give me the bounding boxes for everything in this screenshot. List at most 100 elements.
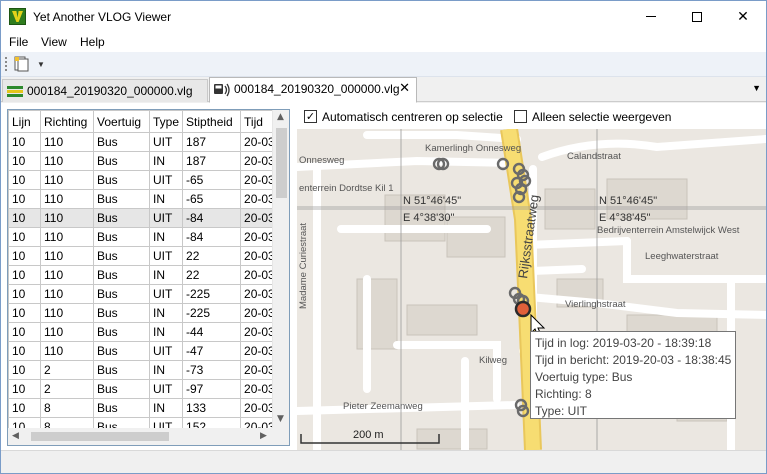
table-row[interactable]: 10 110 Bus IN -225 20-03 xyxy=(8,303,279,323)
table-cell: UIT xyxy=(148,246,184,266)
table-cell: Bus xyxy=(93,360,150,380)
maximize-button[interactable] xyxy=(674,1,720,32)
toolbar-dropdown-icon[interactable]: ▼ xyxy=(37,60,45,69)
tab-map-view[interactable]: 000184_20190320_000000.vlg ✕ xyxy=(209,77,417,103)
table-cell: 110 xyxy=(40,208,94,228)
toolbar-grip[interactable] xyxy=(5,57,7,71)
tab-label: 000184_20190320_000000.vlg xyxy=(234,82,400,96)
table-cell: UIT xyxy=(148,379,184,399)
table-cell: -225 xyxy=(182,303,242,323)
table-vertical-scrollbar[interactable]: ▲ ▼ xyxy=(272,110,289,429)
coord-lat-label: N 51°46'45" xyxy=(599,195,657,207)
table-row[interactable]: 10 8 Bus IN 133 20-03 xyxy=(8,398,279,418)
table-cell: IN xyxy=(148,227,184,247)
table-cell: 10 xyxy=(8,341,41,361)
table-row[interactable]: 10 2 Bus UIT -97 20-03 xyxy=(8,379,279,399)
table-row[interactable]: 10 110 Bus UIT 187 20-03 xyxy=(8,132,279,152)
menu-help[interactable]: Help xyxy=(80,35,105,49)
document-tabstrip: 000184_20190320_000000.vlg 000184_201903… xyxy=(1,77,766,103)
tab-label: 000184_20190320_000000.vlg xyxy=(27,84,193,98)
table-row[interactable]: 10 110 Bus IN 22 20-03 xyxy=(8,265,279,285)
table-cell: 10 xyxy=(8,265,41,285)
vlog-table[interactable]: Lijn Richting Voertuig Type Stiptheid Tijd 10… xyxy=(7,109,290,446)
table-row[interactable]: 10 110 Bus UIT -47 20-03 xyxy=(8,341,279,361)
table-cell: IN xyxy=(148,303,184,323)
open-file-icon[interactable] xyxy=(14,56,30,72)
table-cell: 8 xyxy=(40,398,94,418)
coord-lon-label: E 4°38'45" xyxy=(599,212,650,224)
scroll-right-icon[interactable]: ▶ xyxy=(260,431,267,441)
table-cell: -65 xyxy=(182,170,242,190)
scroll-left-icon[interactable]: ◀ xyxy=(12,431,19,441)
table-cell: UIT xyxy=(148,132,184,152)
table-cell: 10 xyxy=(8,170,41,190)
street-label: Calandstraat xyxy=(567,151,621,162)
table-cell: UIT xyxy=(148,341,184,361)
table-cell: IN xyxy=(148,360,184,380)
table-row[interactable]: 10 110 Bus IN 187 20-03 xyxy=(8,151,279,171)
table-cell: Bus xyxy=(93,151,150,171)
table-cell: 10 xyxy=(8,227,41,247)
tab-overflow-icon[interactable]: ▼ xyxy=(752,83,761,93)
table-cell: -97 xyxy=(182,379,242,399)
close-button[interactable]: ✕ xyxy=(720,1,766,32)
window-title: Yet Another VLOG Viewer xyxy=(33,10,172,24)
only-selection-checkbox[interactable] xyxy=(514,110,527,123)
table-row[interactable]: 10 110 Bus IN -84 20-03 xyxy=(8,227,279,247)
table-cell: IN xyxy=(148,322,184,342)
minimize-button[interactable] xyxy=(628,1,674,32)
title-bar[interactable]: Yet Another VLOG Viewer ✕ xyxy=(1,1,766,32)
column-header[interactable]: Type xyxy=(148,110,184,133)
table-cell: Bus xyxy=(93,189,150,209)
table-row[interactable]: 10 110 Bus UIT -65 20-03 xyxy=(8,170,279,190)
vlog-app-icon xyxy=(9,8,26,25)
auto-center-checkbox[interactable]: ✓ xyxy=(304,110,317,123)
table-cell: UIT xyxy=(148,208,184,228)
table-horizontal-scrollbar[interactable]: ◀ ▶ xyxy=(8,428,289,445)
menu-file[interactable]: File xyxy=(9,35,28,49)
table-cell: 110 xyxy=(40,246,94,266)
column-header[interactable]: Richting xyxy=(40,110,94,133)
table-cell: Bus xyxy=(93,246,150,266)
menu-view[interactable]: View xyxy=(41,35,67,49)
table-row[interactable]: 10 110 Bus UIT -84 20-03 xyxy=(8,208,279,228)
table-cell: UIT xyxy=(148,170,184,190)
table-cell: -44 xyxy=(182,322,242,342)
grid-icon xyxy=(7,85,23,99)
column-header[interactable]: Stiptheid xyxy=(182,110,242,133)
street-label: Kilweg xyxy=(479,355,507,366)
table-cell: Bus xyxy=(93,265,150,285)
column-header[interactable]: Lijn xyxy=(8,110,41,133)
table-cell: Bus xyxy=(93,284,150,304)
table-row[interactable]: 10 110 Bus UIT 22 20-03 xyxy=(8,246,279,266)
tab-grid-view[interactable]: 000184_20190320_000000.vlg xyxy=(2,79,208,102)
table-cell: IN xyxy=(148,265,184,285)
table-cell: 110 xyxy=(40,284,94,304)
scroll-thumb[interactable] xyxy=(276,128,287,198)
scroll-up-icon[interactable]: ▲ xyxy=(277,112,284,122)
tooltip-direction: Richting: 8 xyxy=(535,387,592,401)
table-row[interactable]: 10 110 Bus IN -44 20-03 xyxy=(8,322,279,342)
table-cell: 10 xyxy=(8,303,41,323)
table-row[interactable]: 10 110 Bus IN -65 20-03 xyxy=(8,189,279,209)
table-cell: 110 xyxy=(40,132,94,152)
column-header[interactable]: Voertuig xyxy=(93,110,150,133)
tooltip-message-time: Tijd in bericht: 2019-20-03 - 18:38:45 xyxy=(535,353,732,367)
scroll-down-icon[interactable]: ▼ xyxy=(277,414,284,424)
table-cell: 110 xyxy=(40,303,94,323)
coord-lon-label: E 4°38'30" xyxy=(403,212,454,224)
scroll-thumb[interactable] xyxy=(31,432,169,441)
table-cell: 110 xyxy=(40,151,94,171)
only-selection-label: Alleen selectie weergeven xyxy=(532,110,672,124)
table-row[interactable]: 10 2 Bus IN -73 20-03 xyxy=(8,360,279,380)
auto-center-label: Automatisch centreren op selectie xyxy=(322,110,503,124)
street-label: Bedrijventerrein Amstelwijck West xyxy=(597,225,740,236)
table-row[interactable]: 10 110 Bus UIT -225 20-03 xyxy=(8,284,279,304)
message-table: Lijn Richting Voertuig Type Stiptheid Tijd 10… xyxy=(8,110,279,437)
tooltip-log-time: Tijd in log: 2019-03-20 - 18:39:18 xyxy=(535,336,712,350)
close-tab-icon[interactable]: ✕ xyxy=(399,81,410,96)
street-label: enterrein Dordtse Kil 1 xyxy=(299,183,394,194)
table-cell: -65 xyxy=(182,189,242,209)
table-cell: Bus xyxy=(93,341,150,361)
table-cell: -225 xyxy=(182,284,242,304)
